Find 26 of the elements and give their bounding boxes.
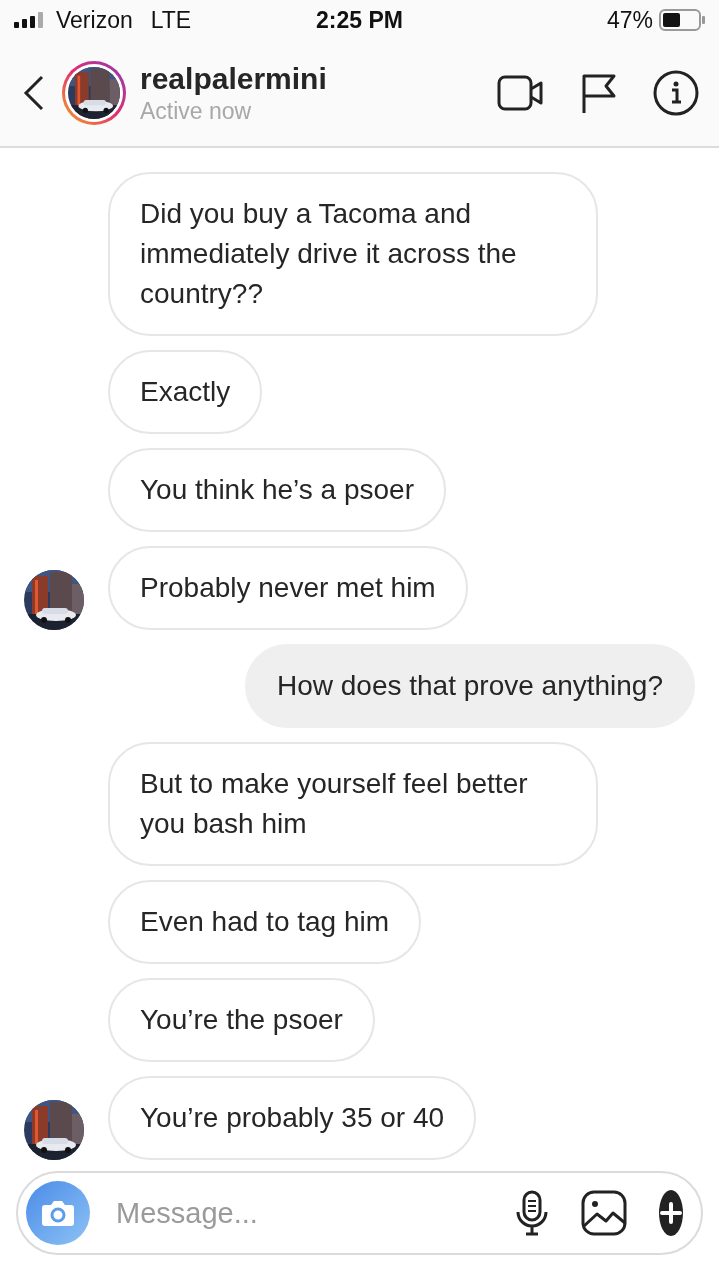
battery-percent: 47%: [606, 6, 653, 34]
plus-button[interactable]: [659, 1190, 683, 1236]
flag-icon[interactable]: [581, 73, 617, 113]
message-bubble: You think he’s a psoer: [108, 448, 446, 532]
carrier-name: Verizon: [56, 6, 133, 34]
message-bubble: How does that prove anything?: [244, 644, 695, 728]
image-icon[interactable]: [581, 1190, 627, 1236]
message-bubble: Probably never met him: [108, 546, 468, 630]
message-bubble: Did you buy a Tacoma and immediately drive it across the country??: [108, 172, 598, 336]
message-bubble: Exactly: [108, 350, 263, 434]
message-field[interactable]: Message...: [112, 1196, 493, 1230]
back-button[interactable]: [22, 75, 46, 111]
message-bubble: You’re probably 35 or 40: [108, 1076, 477, 1160]
username: realpalermini: [140, 61, 328, 96]
video-call-icon[interactable]: [497, 75, 545, 111]
status-time: 2:25 PM: [316, 6, 403, 34]
network-type: LTE: [150, 6, 192, 34]
microphone-icon[interactable]: [515, 1190, 549, 1236]
battery-icon: [659, 9, 705, 31]
info-icon[interactable]: [653, 70, 699, 116]
activity-status: Active now: [140, 97, 253, 125]
message-bubble: You’re the psoer: [108, 978, 375, 1062]
camera-button[interactable]: [26, 1181, 90, 1245]
camera-icon[interactable]: [41, 1199, 75, 1227]
message-bubble: But to make yourself feel better you bash him: [108, 742, 598, 866]
message-bubble: Even had to tag him: [108, 880, 422, 964]
